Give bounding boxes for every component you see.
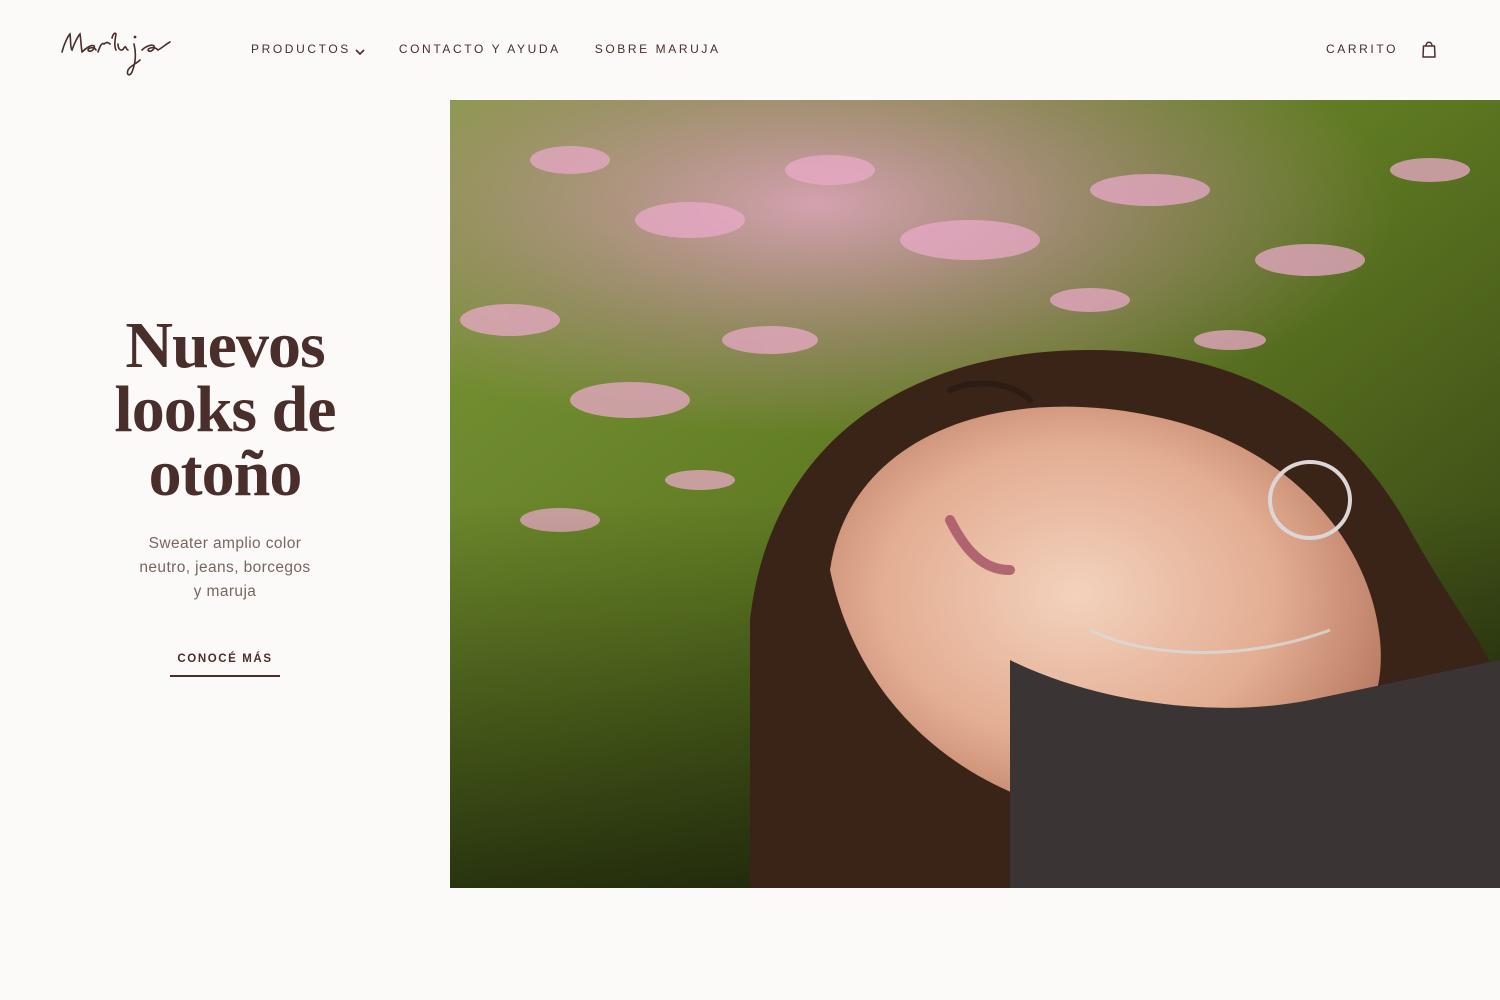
nav-item-contacto[interactable]: CONTACTO Y AYUDA	[399, 42, 561, 56]
nav-item-productos[interactable]: PRODUCTOS	[251, 42, 365, 56]
cart-label: CARRITO	[1326, 42, 1398, 56]
nav-item-label: SOBRE MARUJA	[594, 42, 721, 56]
site-header: PRODUCTOS CONTACTO Y AYUDA SOBRE MARUJA …	[0, 0, 1500, 100]
subtitle-line: neutro, jeans, borcegos	[139, 559, 311, 576]
hero-image	[450, 100, 1500, 888]
nav-item-sobre[interactable]: SOBRE MARUJA	[595, 42, 721, 56]
subtitle-line: Sweater amplio color	[148, 535, 302, 552]
nav-item-label: PRODUCTOS	[251, 42, 351, 56]
nav-item-label: CONTACTO Y AYUDA	[398, 42, 561, 56]
chevron-down-icon	[355, 45, 365, 56]
hero-text-panel: Nuevos looks de otoño Sweater amplio col…	[0, 100, 450, 888]
subtitle-line: y maruja	[193, 583, 257, 600]
shopping-bag-icon[interactable]	[1422, 40, 1436, 58]
headline-line: looks de	[114, 373, 336, 446]
cart-link[interactable]: CARRITO	[1326, 40, 1436, 58]
hero-headline: Nuevos looks de otoño	[0, 309, 450, 510]
headline-line: otoño	[148, 437, 303, 510]
brand-logo[interactable]	[58, 22, 208, 80]
hero-subtitle: Sweater amplio color neutro, jeans, borc…	[115, 532, 335, 604]
main-nav: PRODUCTOS CONTACTO Y AYUDA SOBRE MARUJA	[251, 42, 721, 56]
conoce-mas-button[interactable]: CONOCÉ MÁS	[170, 653, 280, 677]
headline-line: Nuevos	[125, 309, 325, 382]
